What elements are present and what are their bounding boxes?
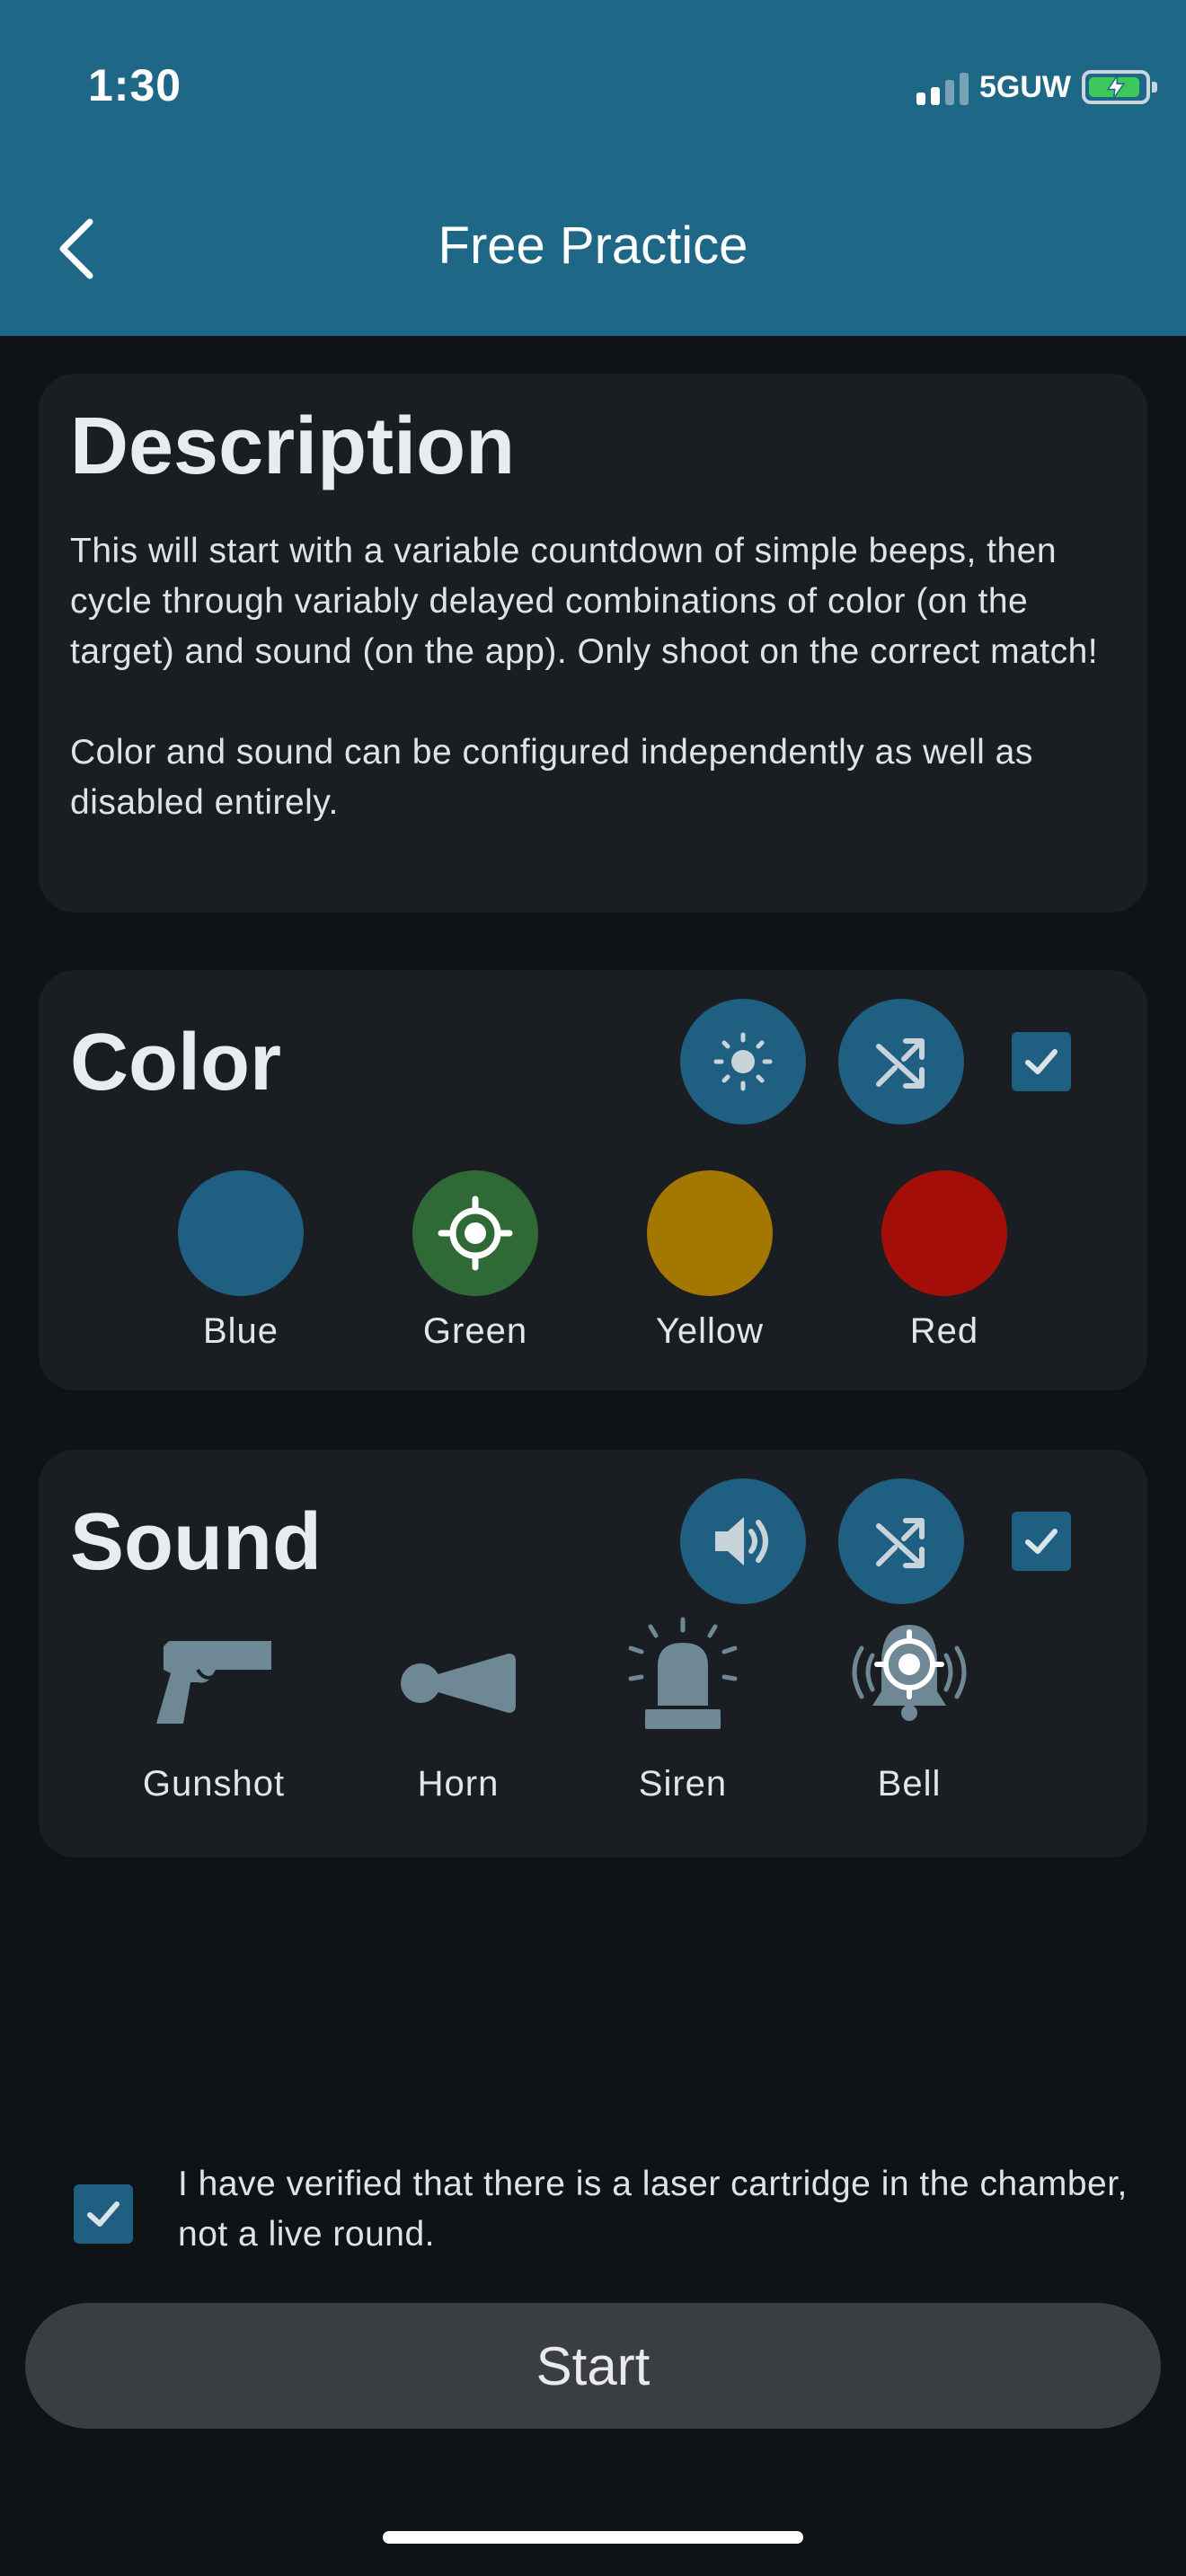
sun-icon xyxy=(713,1032,773,1091)
sound-option-label: Horn xyxy=(417,1764,500,1804)
cellular-signal-icon xyxy=(916,69,969,105)
color-option-label: Blue xyxy=(202,1311,279,1351)
sound-option-label: Gunshot xyxy=(142,1764,286,1804)
sound-title: Sound xyxy=(70,1497,322,1587)
checkmark-icon xyxy=(1025,1529,1058,1554)
status-indicators: 5GUW xyxy=(916,65,1157,110)
bell-icon xyxy=(852,1625,967,1721)
verification-row: I have verified that there is a laser ca… xyxy=(74,2156,1134,2272)
sound-option-gunshot[interactable] xyxy=(137,1629,290,1737)
horn-icon xyxy=(401,1654,516,1713)
color-enabled-checkbox[interactable] xyxy=(1012,1032,1071,1091)
pistol-icon xyxy=(156,1641,271,1724)
battery-charging-icon xyxy=(1082,70,1157,104)
color-title: Color xyxy=(70,1018,281,1107)
verification-text: I have verified that there is a laser ca… xyxy=(178,2165,1128,2254)
sound-option-label: Bell xyxy=(877,1764,942,1804)
color-option-blue[interactable] xyxy=(178,1170,304,1296)
color-option-label: Green xyxy=(422,1311,528,1351)
color-option-green[interactable] xyxy=(412,1170,538,1296)
siren-icon xyxy=(628,1617,738,1729)
page-title: Free Practice xyxy=(438,216,748,275)
brightness-button[interactable] xyxy=(680,999,806,1125)
description-card: Description This will start with a varia… xyxy=(39,374,1147,913)
shuffle-icon xyxy=(876,1038,925,1089)
color-shuffle-button[interactable] xyxy=(838,999,964,1125)
verification-checkbox[interactable] xyxy=(74,2184,133,2244)
description-paragraph: This will start with a variable countdow… xyxy=(70,532,1099,671)
checkmark-icon xyxy=(87,2201,119,2227)
speaker-icon xyxy=(715,1517,768,1566)
color-option-yellow[interactable] xyxy=(647,1170,773,1296)
target-icon xyxy=(438,1195,513,1271)
sound-option-horn[interactable] xyxy=(382,1629,535,1737)
shuffle-icon xyxy=(876,1518,925,1568)
app-header: 1:30 5GUW Free Practice xyxy=(0,0,1186,336)
sound-option-label: Siren xyxy=(638,1764,728,1804)
volume-button[interactable] xyxy=(680,1478,806,1604)
color-option-label: Red xyxy=(909,1311,979,1351)
description-paragraph: Color and sound can be configured indepe… xyxy=(70,733,1033,822)
network-type: 5GUW xyxy=(979,69,1071,104)
home-indicator xyxy=(383,2531,803,2544)
sound-option-bell[interactable] xyxy=(833,1620,986,1728)
description-text: This will start with a variable countdow… xyxy=(70,526,1130,828)
status-time: 1:30 xyxy=(88,60,182,110)
sound-option-siren[interactable] xyxy=(606,1617,759,1729)
sound-shuffle-button[interactable] xyxy=(838,1478,964,1604)
sound-enabled-checkbox[interactable] xyxy=(1012,1512,1071,1571)
color-option-label: Yellow xyxy=(655,1311,765,1351)
color-card: Color Blue Green Yellow Red xyxy=(39,970,1147,1390)
checkmark-icon xyxy=(1025,1049,1058,1074)
color-option-red[interactable] xyxy=(881,1170,1007,1296)
start-button[interactable]: Start xyxy=(25,2303,1161,2429)
sound-card: Sound Gunshot Horn Siren Bell xyxy=(39,1450,1147,1857)
description-title: Description xyxy=(70,401,516,491)
